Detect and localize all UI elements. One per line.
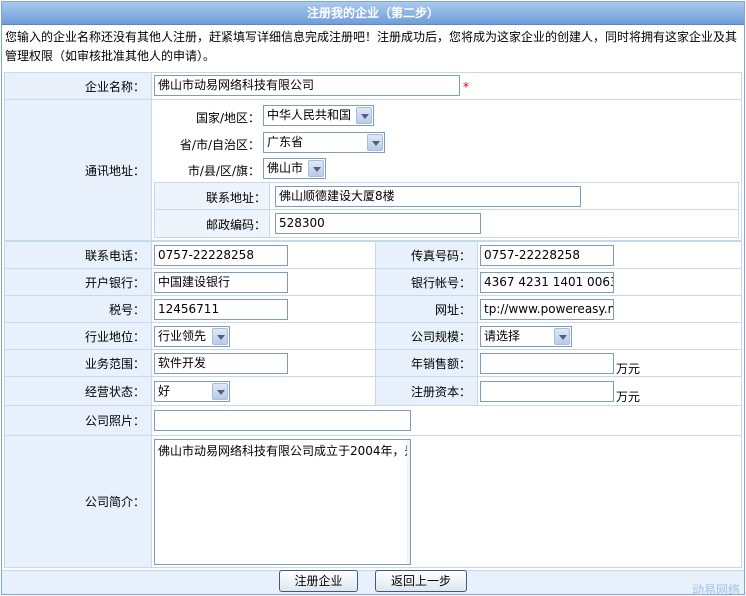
chevron-down-icon <box>212 328 228 345</box>
annual-sales-unit: 万元 <box>616 362 641 376</box>
city-select[interactable]: 佛山市 <box>263 158 326 179</box>
chevron-down-icon <box>212 383 228 400</box>
watermark-text: 动易网络 <box>691 583 740 596</box>
industry-status-select[interactable]: 行业领先 <box>154 326 230 347</box>
country-label: 国家/地区： <box>195 111 260 125</box>
bank-input[interactable]: 中国建设银行 <box>154 272 288 293</box>
website-input[interactable]: tp://www.powereasy.net <box>480 299 614 320</box>
address-label: 通讯地址： <box>4 99 152 241</box>
back-button[interactable]: 返回上一步 <box>375 570 467 592</box>
intro-text: 您输入的企业名称还没有其他人注册，赶紧填写详细信息完成注册吧！注册成功后，您将成… <box>5 30 738 63</box>
province-label: 省/市/自治区： <box>179 138 260 152</box>
phone-label: 联系电话： <box>4 241 152 269</box>
account-input[interactable]: 4367 4231 1401 0063 3 <box>480 272 614 293</box>
chevron-down-icon <box>367 134 383 151</box>
province-value: 广东省 <box>267 135 304 149</box>
annual-sales-input[interactable] <box>480 353 614 374</box>
country-value: 中华人民共和国 <box>267 108 352 122</box>
bank-label: 开户银行： <box>4 268 152 296</box>
country-select[interactable]: 中华人民共和国 <box>263 105 374 126</box>
street-input[interactable]: 佛山顺德建设大厦8楼 <box>275 186 581 207</box>
phone-input[interactable]: 0757-22228258 <box>154 245 288 266</box>
account-label: 银行帐号： <box>375 268 478 296</box>
profile-textarea[interactable]: 佛山市动易网络科技有限公司成立于2004年，是 <box>154 439 411 565</box>
website-label: 网址： <box>375 295 478 323</box>
operating-status-select[interactable]: 好 <box>154 381 230 402</box>
business-scope-input[interactable]: 软件开发 <box>154 353 288 374</box>
postcode-label: 邮政编码： <box>205 218 266 232</box>
required-mark: * <box>463 80 469 94</box>
city-label: 市/县/区/旗： <box>187 164 260 178</box>
city-value: 佛山市 <box>267 161 304 175</box>
chevron-down-icon <box>554 328 570 345</box>
company-name-label: 企业名称： <box>4 72 152 100</box>
operating-status-value: 好 <box>158 384 171 398</box>
operating-status-label: 经营状态： <box>4 376 152 406</box>
chevron-down-icon <box>308 160 324 177</box>
industry-status-value: 行业领先 <box>158 329 207 343</box>
photo-input[interactable] <box>154 410 411 431</box>
annual-sales-label: 年销售额： <box>375 349 478 377</box>
fax-input[interactable]: 0757-22228258 <box>480 245 614 266</box>
register-button[interactable]: 注册企业 <box>279 570 358 592</box>
industry-status-label: 行业地位： <box>4 322 152 350</box>
company-size-label: 公司规模： <box>375 322 478 350</box>
street-label: 联系地址： <box>205 191 266 205</box>
profile-label: 公司简介： <box>4 435 152 568</box>
form-title: 注册我的企业（第二步） <box>2 2 744 25</box>
province-select[interactable]: 广东省 <box>263 132 385 153</box>
photo-label: 公司照片： <box>4 405 152 436</box>
scrollbar[interactable] <box>407 440 410 564</box>
chevron-down-icon <box>356 107 372 124</box>
company-size-value: 请选择 <box>484 329 521 343</box>
registered-capital-label: 注册资本： <box>375 376 478 406</box>
company-size-select[interactable]: 请选择 <box>480 326 572 347</box>
form-footer <box>2 570 744 594</box>
profile-text: 佛山市动易网络科技有限公司成立于2004年，是 <box>158 444 411 458</box>
registered-capital-unit: 万元 <box>616 390 641 404</box>
fax-label: 传真号码： <box>375 241 478 269</box>
tax-input[interactable]: 12456711 <box>154 299 288 320</box>
registration-form: 注册我的企业（第二步） 您输入的企业名称还没有其他人注册，赶紧填写详细信息完成注… <box>1 1 745 596</box>
business-scope-label: 业务范围： <box>4 349 152 377</box>
postcode-input[interactable]: 528300 <box>275 213 481 234</box>
tax-label: 税号： <box>4 295 152 323</box>
registered-capital-input[interactable] <box>480 381 614 402</box>
company-name-input[interactable]: 佛山市动易网络科技有限公司 <box>154 75 460 96</box>
